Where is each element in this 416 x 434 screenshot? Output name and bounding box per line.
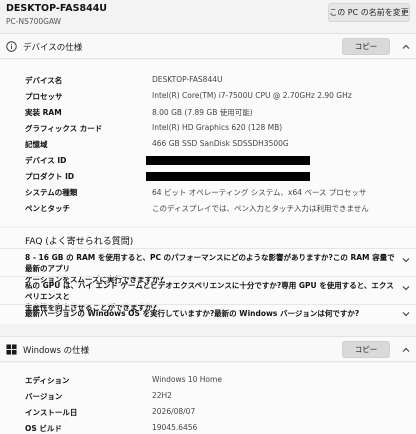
spec-row-pen-touch: ペンとタッチ このディスプレイでは、ペン入力とタッチ入力は利用できません xyxy=(0,201,416,217)
spec-row-processor: プロセッサ Intel(R) Core(TM) i7-7500U CPU @ 2… xyxy=(0,89,416,105)
spec-row-system-type: システムの種類 64 ビット オペレーティング システム、x64 ベース プロセ… xyxy=(0,185,416,201)
spec-value: 19045.6456 xyxy=(152,423,198,432)
spec-value: 22H2 xyxy=(152,391,172,400)
faq-title: FAQ (よく寄せられる質問) xyxy=(25,237,134,247)
spec-value: 2026/08/07 xyxy=(152,407,196,416)
spec-label: デバイス名 xyxy=(25,76,63,85)
spec-label: デバイス ID xyxy=(25,156,67,165)
spec-label: プロダクト ID xyxy=(25,172,75,181)
windows-specs-header[interactable]: Windows の仕様 コピー xyxy=(0,336,416,362)
spec-label: エディション xyxy=(25,376,70,385)
faq-question: 最新バージョンの Windows OS を実行していますか?最新の Window… xyxy=(25,309,360,318)
pc-model: PC-NS700GAW xyxy=(6,17,62,26)
spec-label: システムの種類 xyxy=(25,188,78,197)
spec-row-device-id: デバイス ID xyxy=(0,153,416,169)
faq-item-windows-version[interactable]: 最新バージョンの Windows OS を実行していますか?最新の Window… xyxy=(0,304,416,324)
spec-label: 実装 RAM xyxy=(25,108,62,117)
spec-row-product-id: プロダクト ID xyxy=(0,169,416,185)
device-specs-header[interactable]: デバイスの仕様 コピー xyxy=(0,33,416,59)
info-icon xyxy=(6,41,17,52)
spec-value: 64 ビット オペレーティング システム、x64 ベース プロセッサ xyxy=(152,188,367,197)
spec-value: このディスプレイでは、ペン入力とタッチ入力は利用できません xyxy=(152,204,369,213)
spec-label: バージョン xyxy=(25,392,63,401)
chevron-down-icon xyxy=(402,258,410,263)
device-specs-title: デバイスの仕様 xyxy=(23,43,83,53)
chevron-down-icon xyxy=(402,312,410,317)
spec-label: プロセッサ xyxy=(25,92,63,101)
spec-value: 466 GB SSD SanDisk SDSSDH3500G xyxy=(152,139,289,148)
spec-row-edition: エディション Windows 10 Home xyxy=(0,373,416,389)
chevron-up-icon[interactable] xyxy=(402,43,410,51)
faq-item-gpu[interactable]: 私の GPU は、ハイ エンド ゲームとビデオエクスペリエンスに十分ですか?専用… xyxy=(0,276,416,312)
spec-value: Intel(R) HD Graphics 620 (128 MB) xyxy=(152,123,283,132)
faq-section: FAQ (よく寄せられる質問) 8 - 16 GB の RAM を使用すると、P… xyxy=(0,228,416,324)
spec-value: 8.00 GB (7.89 GB 使用可能) xyxy=(152,108,253,117)
redacted-value xyxy=(146,156,310,165)
spec-row-ram: 実装 RAM 8.00 GB (7.89 GB 使用可能) xyxy=(0,105,416,121)
windows-specs-copy-button[interactable]: コピー xyxy=(342,341,390,358)
windows-logo-icon xyxy=(6,344,17,355)
spec-value: DESKTOP-FAS844U xyxy=(152,75,223,84)
spec-label: インストール日 xyxy=(25,408,78,417)
device-specs-copy-button[interactable]: コピー xyxy=(342,38,390,55)
spec-row-device-name: デバイス名 DESKTOP-FAS844U xyxy=(0,73,416,89)
windows-specs-list: エディション Windows 10 Home バージョン 22H2 インストール… xyxy=(0,363,416,434)
pc-header: DESKTOP-FAS844U PC-NS700GAW この PC の名前を変更 xyxy=(0,0,416,30)
spec-label: OS ビルド xyxy=(25,424,62,433)
pc-name: DESKTOP-FAS844U xyxy=(6,3,108,14)
spec-row-version: バージョン 22H2 xyxy=(0,389,416,405)
rename-pc-button[interactable]: この PC の名前を変更 xyxy=(328,3,410,22)
faq-item-ram[interactable]: 8 - 16 GB の RAM を使用すると、PC のパフォーマンスにどのような… xyxy=(0,248,416,284)
redacted-value xyxy=(146,172,310,181)
spec-label: ペンとタッチ xyxy=(25,204,70,213)
chevron-down-icon xyxy=(402,286,410,291)
spec-value: Windows 10 Home xyxy=(152,375,222,384)
spec-value: Intel(R) Core(TM) i7-7500U CPU @ 2.70GHz… xyxy=(152,91,352,100)
spec-row-storage: 記憶域 466 GB SSD SanDisk SDSSDH3500G xyxy=(0,137,416,153)
spec-row-graphics: グラフィックス カード Intel(R) HD Graphics 620 (12… xyxy=(0,121,416,137)
spec-row-install-date: インストール日 2026/08/07 xyxy=(0,405,416,421)
spec-label: 記憶域 xyxy=(25,140,48,149)
device-specs-list: デバイス名 DESKTOP-FAS844U プロセッサ Intel(R) Cor… xyxy=(0,60,416,226)
chevron-up-icon[interactable] xyxy=(402,346,410,354)
spec-row-os-build: OS ビルド 19045.6456 xyxy=(0,421,416,434)
windows-specs-title: Windows の仕様 xyxy=(23,346,90,356)
spec-label: グラフィックス カード xyxy=(25,124,103,133)
